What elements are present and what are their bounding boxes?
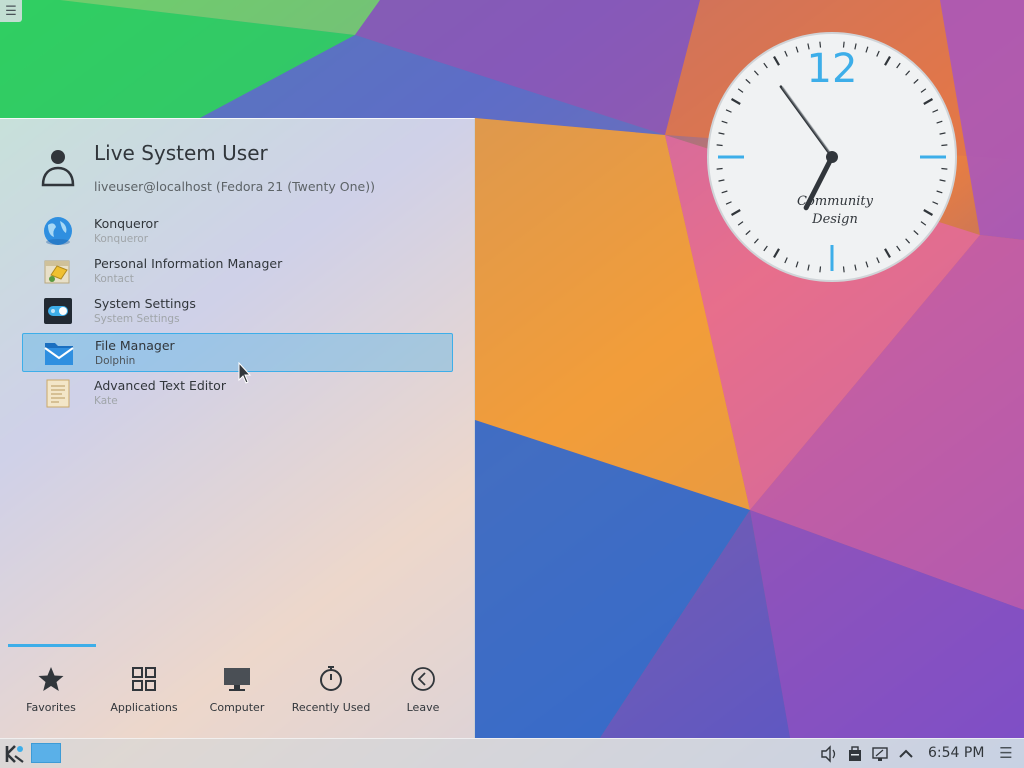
desktop-toolbox-button[interactable]: ☰ [0, 0, 22, 22]
favorite-subtitle: Konqueror [94, 233, 149, 245]
toggle-settings-icon [44, 298, 72, 324]
clock-minute-tick [941, 144, 948, 147]
tab-recently-used[interactable]: Recently Used [286, 659, 376, 719]
favorite-item-system-settings[interactable]: System Settings System Settings [22, 291, 453, 330]
user-host-label: liveuser@localhost (Fedora 21 (Twenty On… [94, 179, 375, 194]
arrow-left-circle-icon [411, 667, 435, 691]
favorite-item-kontact[interactable]: Personal Information Manager Kontact [22, 251, 453, 290]
device-notifier-icon[interactable] [846, 745, 864, 763]
tab-favorites[interactable]: Favorites [6, 659, 96, 719]
tab-label: Applications [110, 701, 178, 714]
grid-icon [132, 667, 156, 691]
kontact-icon [44, 260, 70, 284]
tab-label: Computer [209, 701, 265, 714]
expand-up-icon[interactable] [897, 745, 915, 763]
clock-minute-tick [716, 167, 723, 170]
user-name: Live System User [94, 141, 268, 165]
taskbar-panel: 6:54 PM ☰ [0, 738, 1024, 768]
mouse-cursor-icon [238, 362, 252, 384]
favorite-title: Konqueror [94, 216, 159, 231]
active-tab-indicator [8, 644, 96, 647]
favorite-item-konqueror[interactable]: Konqueror Konqueror [22, 211, 453, 250]
clock-minute-tick [842, 266, 845, 273]
favorite-title: System Settings [94, 296, 196, 311]
text-editor-icon [46, 379, 70, 408]
favorite-title: Personal Information Manager [94, 256, 283, 271]
favorite-subtitle: Kontact [94, 273, 134, 285]
tab-leave[interactable]: Leave [378, 659, 468, 719]
tab-label: Recently Used [291, 701, 371, 714]
favorite-title: File Manager [95, 338, 175, 353]
favorite-subtitle: Dolphin [95, 355, 136, 367]
clock-icon [320, 666, 342, 691]
tab-label: Leave [406, 701, 440, 714]
clock-minute-tick [716, 144, 723, 147]
application-launcher-button[interactable] [3, 742, 27, 766]
panel-clock[interactable]: 6:54 PM [928, 745, 984, 761]
monitor-icon [224, 668, 250, 691]
panel-menu-icon[interactable]: ☰ [998, 744, 1014, 762]
launcher-tabbar: Favorites Applications Computer Recently… [0, 659, 475, 719]
application-launcher: Live System User liveuser@localhost (Fed… [0, 118, 475, 738]
star-icon [38, 667, 64, 691]
analog-clock-widget: 12 Community Design [707, 32, 957, 282]
clock-minute-tick [941, 167, 948, 170]
folder-icon [44, 343, 74, 365]
tab-computer[interactable]: Computer [192, 659, 282, 719]
clock-center-cap [826, 151, 838, 163]
user-avatar-icon [41, 150, 75, 187]
task-item-button[interactable] [31, 743, 61, 763]
favorite-subtitle: System Settings [94, 313, 180, 325]
favorite-title: Advanced Text Editor [94, 378, 226, 393]
globe-icon [44, 217, 72, 245]
tab-applications[interactable]: Applications [99, 659, 189, 719]
clock-brand-line2: Design [811, 212, 858, 227]
clock-numeral-12: 12 [807, 46, 858, 92]
favorite-subtitle: Kate [94, 395, 118, 407]
volume-icon[interactable] [820, 745, 838, 763]
display-icon[interactable] [871, 745, 889, 763]
clock-minute-tick [819, 266, 822, 273]
tab-label: Favorites [26, 701, 76, 714]
